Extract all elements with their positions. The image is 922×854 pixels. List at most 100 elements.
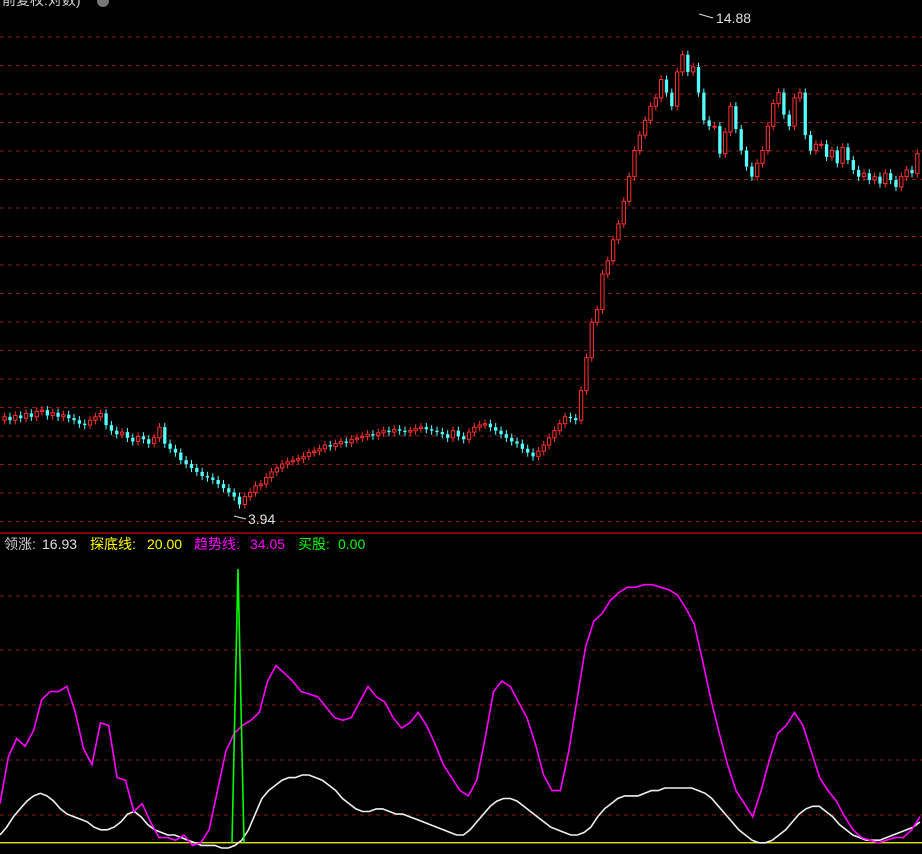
candle-body (739, 129, 743, 151)
candle-body (211, 477, 215, 480)
candle-body (104, 413, 108, 426)
candle-body (151, 437, 157, 445)
candle-body (872, 176, 877, 181)
candle-body (482, 423, 488, 426)
candle-body (2, 416, 7, 421)
candle-body (728, 105, 733, 133)
candle-body (50, 412, 55, 416)
candle-body (232, 492, 236, 497)
candle-body (39, 409, 45, 412)
candle-body (322, 444, 328, 450)
candle-body (312, 450, 317, 454)
candle-body (680, 54, 685, 73)
low-marker: 3.94 (233, 511, 275, 527)
high-price-label: 14.88 (716, 10, 751, 26)
candle-body (510, 437, 514, 442)
candle-body (179, 452, 183, 461)
buy-signal-spike (231, 569, 245, 843)
candle-body (824, 144, 829, 157)
candle-body (328, 445, 332, 447)
candle-body (840, 146, 845, 164)
candle-body (93, 416, 98, 421)
lead-line (0, 774, 921, 849)
price-panel-title: 前复权:对数) (2, 0, 81, 8)
candle-body (8, 416, 12, 421)
candle-body (418, 426, 424, 430)
candle-body (531, 452, 535, 457)
candle-body (835, 150, 839, 164)
candle-body (594, 309, 600, 323)
candle-body (163, 427, 167, 444)
candle-body (686, 54, 690, 72)
candle-body (269, 471, 274, 479)
candle-body (723, 131, 728, 155)
candle-body (157, 426, 162, 439)
candle-body (258, 483, 264, 487)
indicator-series (0, 569, 922, 849)
candle-body (552, 430, 557, 439)
candle-body (813, 143, 819, 151)
candle-body (605, 260, 610, 275)
candle-body (371, 434, 375, 436)
candle-body (131, 437, 135, 442)
candle-body (184, 460, 188, 465)
candle-body (173, 448, 178, 453)
candle-body (365, 433, 370, 437)
candle-body (600, 273, 605, 311)
candle-body (702, 92, 706, 121)
candle-body (819, 143, 824, 146)
candle-body (376, 432, 381, 437)
candle-body (189, 464, 194, 468)
candle-body (301, 455, 306, 460)
candle-body (354, 437, 360, 440)
candle-body (894, 180, 898, 187)
candle-body (413, 428, 418, 432)
candle-body (264, 477, 269, 485)
legend-lead-value: 16.93 (42, 536, 77, 552)
stock-chart: 前复权:对数) 14.88 3.94 领涨: 16.93 探底线: 20.00 … (0, 0, 922, 849)
candle-body (456, 430, 460, 437)
candle-body (333, 443, 338, 448)
candle-body (397, 429, 402, 431)
candle-body (915, 153, 920, 174)
candle-body (536, 450, 541, 457)
candle-body (626, 176, 632, 202)
candle-body (45, 410, 50, 416)
candle-body (589, 321, 594, 359)
candle-body (867, 173, 871, 181)
candle-body (274, 467, 280, 473)
candle-body (499, 430, 503, 435)
candle-body (360, 435, 365, 439)
candle-body (610, 239, 616, 262)
candle-body (526, 448, 530, 453)
candle-body (477, 424, 482, 428)
candle-body (760, 149, 765, 164)
candle-body (429, 429, 434, 431)
settings-icon[interactable] (97, 0, 109, 7)
candle-body (83, 423, 87, 426)
candle-body (381, 430, 386, 434)
candle-body (562, 416, 568, 425)
candle-body (771, 102, 776, 127)
candle-body (472, 426, 477, 433)
candle-body (216, 479, 220, 485)
candle-body (718, 126, 722, 154)
candle-body (808, 135, 813, 151)
candle-body (450, 430, 456, 439)
candle-body (856, 169, 861, 177)
candle-body (691, 66, 696, 73)
candle-body (19, 415, 23, 419)
candle-body (504, 434, 509, 438)
candle-body (115, 430, 119, 435)
candle-body (829, 149, 835, 158)
candle-body (466, 431, 472, 440)
candle-body (462, 436, 466, 440)
candle-body (675, 71, 680, 107)
candle-body (392, 428, 397, 433)
candle-body (72, 418, 76, 421)
legend-bottom-label: 探底线: (90, 536, 136, 552)
candle-body (424, 427, 428, 430)
candle-body (642, 119, 648, 136)
candle-body (237, 496, 242, 505)
candle-body (13, 414, 18, 421)
